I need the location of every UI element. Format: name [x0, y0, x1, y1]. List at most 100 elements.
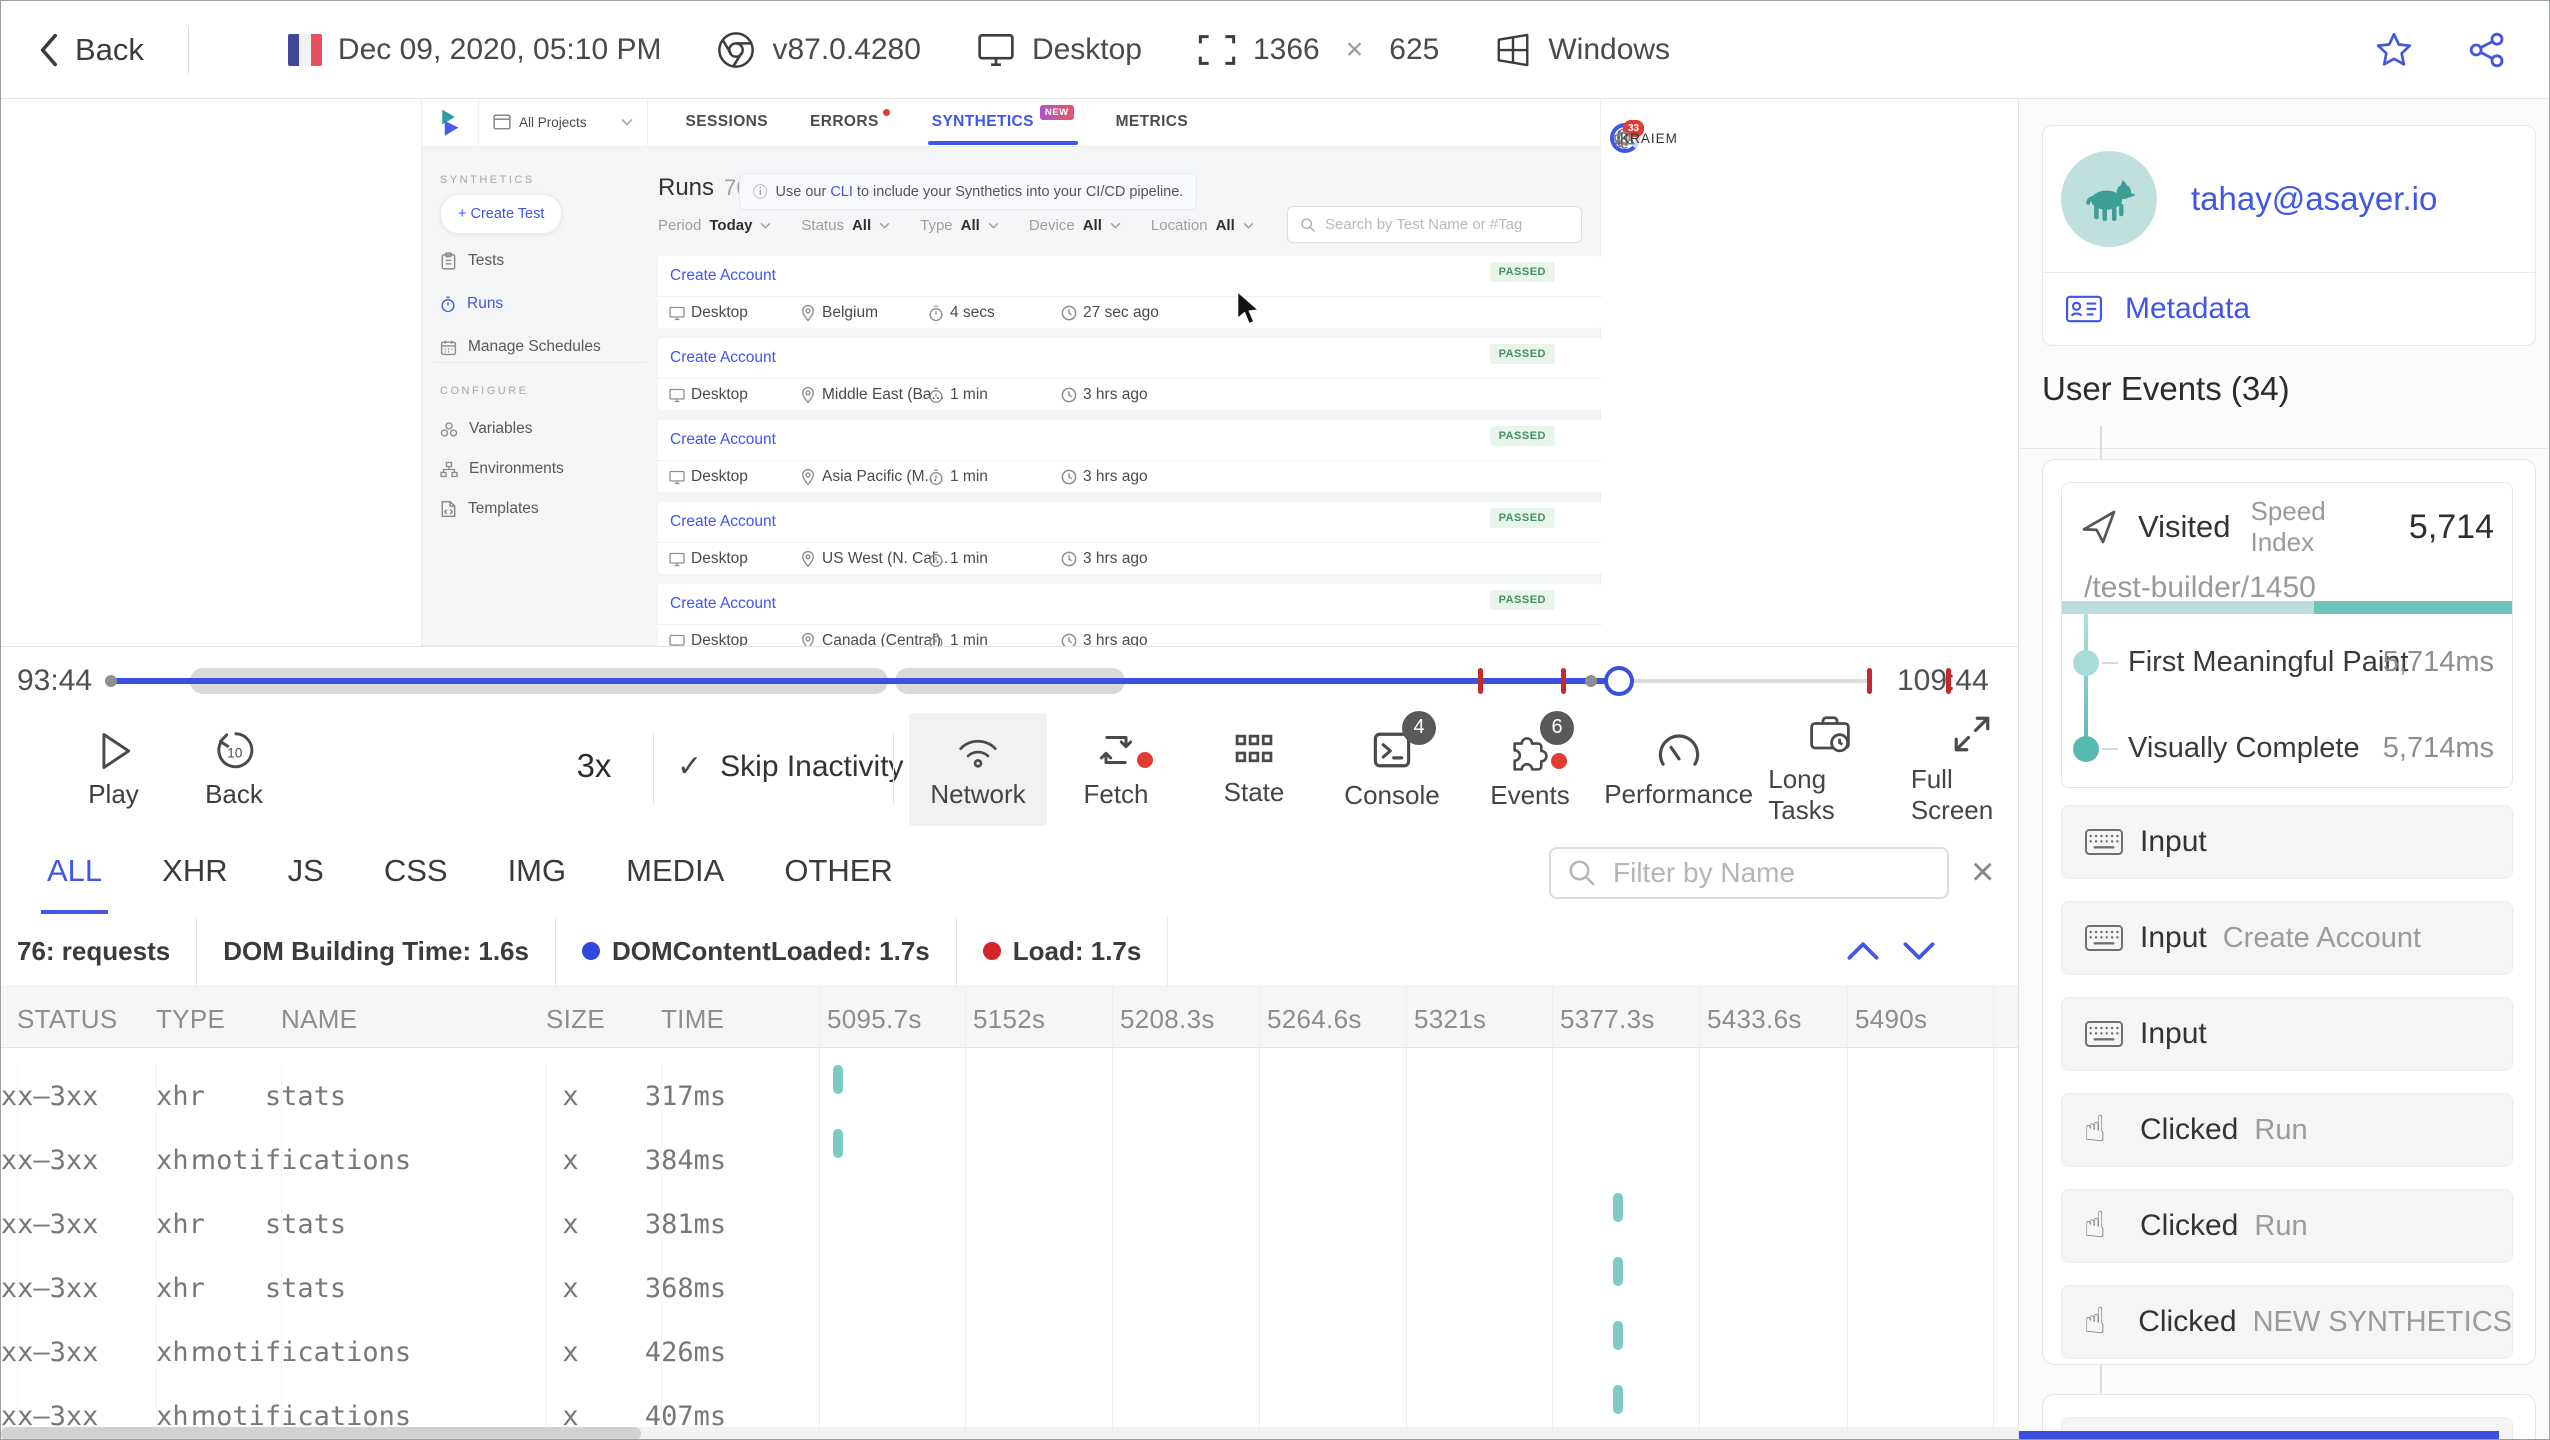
- run-name-link[interactable]: Create Account: [670, 513, 776, 531]
- run-status-badge: PASSED: [1489, 508, 1555, 528]
- cli-link[interactable]: CLI: [830, 184, 853, 200]
- run-card[interactable]: Create Account Desktop Canada (Central) 1 m…: [658, 584, 1602, 646]
- panel-button-console[interactable]: 4 Console: [1323, 710, 1461, 826]
- event-item-input[interactable]: Input Create Account: [2061, 901, 2513, 975]
- network-tab-all[interactable]: ALL: [40, 853, 109, 914]
- app-nav-tabs: SESSIONS ERRORS SYNTHETICS NEW METRICS: [686, 98, 1189, 146]
- network-request-row[interactable]: 2xx–3xxxhrnotificationsx384ms: [1, 1112, 2018, 1192]
- timeline-playhead[interactable]: [1604, 666, 1635, 696]
- more-menu-button[interactable]: ⋮: [1600, 114, 1637, 162]
- filter-location[interactable]: Location All: [1151, 217, 1254, 234]
- time-column-header: 5264.6s: [1267, 1004, 1362, 1034]
- user-events-title: User Events (34): [2042, 370, 2290, 407]
- filter-period[interactable]: Period Today: [658, 217, 771, 234]
- keyboard-icon: [2084, 1019, 2128, 1049]
- run-ago: 3 hrs ago: [1061, 386, 1148, 404]
- panel-button-events[interactable]: 6 Events: [1461, 710, 1599, 826]
- network-tab-js[interactable]: JS: [288, 853, 324, 889]
- sitemap-icon: [440, 461, 458, 478]
- app-sidebar-item-manage-schedules[interactable]: Manage Schedules: [440, 335, 601, 359]
- time-column-header: 5095.7s: [827, 1004, 922, 1034]
- app-sidebar-item-templates[interactable]: Templates: [440, 497, 539, 521]
- network-tab-img[interactable]: IMG: [508, 853, 567, 889]
- panel-button-network[interactable]: Network: [909, 713, 1047, 826]
- window-icon: [493, 114, 511, 130]
- app-sidebar-item-tests[interactable]: Tests: [440, 249, 504, 273]
- network-tab-other[interactable]: OTHER: [784, 853, 893, 889]
- app-sidebar-item-environments[interactable]: Environments: [440, 457, 564, 481]
- column-divider: [1847, 986, 1848, 1432]
- viewport-icon: [1197, 33, 1237, 67]
- event-item-clicked[interactable]: ☝ Clicked Run: [2061, 1189, 2513, 1263]
- stopwatch-icon: [928, 387, 944, 404]
- close-network-panel-button[interactable]: ×: [1971, 850, 1994, 894]
- filter-status[interactable]: Status All: [801, 217, 890, 234]
- network-request-row[interactable]: 2xx–3xxxhrstatsx317ms: [1, 1048, 2018, 1128]
- run-card[interactable]: Create Account Desktop Belgium 4 secs 27 sec…: [658, 256, 1602, 328]
- play-button[interactable]: Play: [61, 729, 166, 810]
- app-tab-synthetics[interactable]: SYNTHETICS NEW: [927, 105, 1078, 145]
- event-item-input[interactable]: Input: [2061, 997, 2513, 1071]
- topbar-actions: [2373, 30, 2507, 70]
- run-card[interactable]: Create Account Desktop US West (N. Cal... 1…: [658, 502, 1602, 574]
- timeline-track[interactable]: [105, 666, 1952, 696]
- panel-button-performance[interactable]: Performance: [1599, 713, 1758, 826]
- event-item-input[interactable]: Input: [2061, 805, 2513, 879]
- run-name-link[interactable]: Create Account: [670, 349, 776, 367]
- back-button[interactable]: Back: [37, 32, 144, 68]
- app-sidebar-item-variables[interactable]: Variables: [440, 417, 532, 441]
- runs-search-input[interactable]: Search by Test Name or #Tag: [1287, 206, 1582, 243]
- column-divider: [819, 986, 820, 1432]
- network-filter-input[interactable]: [1611, 856, 1915, 890]
- event-item-clicked[interactable]: ☝ Clicked Run: [2061, 1093, 2513, 1167]
- app-tab-sessions[interactable]: SESSIONS: [686, 113, 768, 131]
- run-location: Asia Pacific (M...: [800, 468, 937, 486]
- network-tab-css[interactable]: CSS: [384, 853, 448, 889]
- filter-device[interactable]: Device All: [1029, 217, 1121, 234]
- scrollbar-thumb[interactable]: [1, 1427, 641, 1439]
- visited-metric-row: First Meaningful Paint 5,714ms: [2062, 643, 2512, 683]
- chevron-down-icon: [620, 118, 633, 126]
- pin-icon: [800, 386, 816, 404]
- metadata-button[interactable]: Metadata: [2043, 272, 2535, 345]
- user-email[interactable]: tahay@asayer.io: [2191, 180, 2437, 218]
- chevron-down-icon[interactable]: [1902, 940, 1936, 962]
- panel-button-state[interactable]: State: [1185, 713, 1323, 826]
- event-item-clicked[interactable]: ☝ Clicked NEW SYNTHETICS: [2061, 1285, 2513, 1359]
- run-name-link[interactable]: Create Account: [670, 595, 776, 613]
- create-test-button[interactable]: + Create Test: [440, 194, 563, 234]
- skip-inactivity-toggle[interactable]: ✓ Skip Inactivity: [677, 749, 904, 784]
- run-duration: 4 secs: [928, 304, 995, 322]
- favorite-star-button[interactable]: [2373, 30, 2415, 70]
- run-card[interactable]: Create Account Desktop Asia Pacific (M... 1…: [658, 420, 1602, 492]
- network-request-row[interactable]: 2xx–3xxxhrstatsx381ms: [1, 1176, 2018, 1256]
- network-request-row[interactable]: 2xx–3xxxhrstatsx368ms: [1, 1240, 2018, 1320]
- panel-button-fetch[interactable]: Fetch: [1047, 713, 1185, 826]
- back-10s-button[interactable]: 10 Back: [179, 729, 289, 810]
- metric-name: Visually Complete: [2128, 732, 2360, 764]
- app-tab-metrics[interactable]: METRICS: [1116, 113, 1189, 131]
- project-selector[interactable]: All Projects: [478, 98, 648, 146]
- app-logo-icon: [436, 107, 466, 137]
- app-sidebar-item-runs[interactable]: Runs: [440, 292, 503, 316]
- run-detail-row: Desktop Belgium 4 secs 27 sec ago: [658, 296, 1602, 328]
- total-time: 109:44: [1897, 664, 1989, 697]
- filter-type[interactable]: Type All: [920, 217, 999, 234]
- network-request-row[interactable]: 2xx–3xxxhrnotificationsx426ms: [1, 1304, 2018, 1384]
- time-column-header: 5490s: [1855, 1004, 1928, 1034]
- chevron-up-icon[interactable]: [1846, 940, 1880, 962]
- network-tab-xhr[interactable]: XHR: [162, 853, 227, 889]
- speed-toggle[interactable]: 3x: [549, 747, 639, 785]
- stopwatch-icon: [440, 296, 456, 313]
- run-card[interactable]: Create Account Desktop Middle East (Ba... 1…: [658, 338, 1602, 410]
- network-request-row[interactable]: 2xx–3xxxhrnotificationsx407ms: [1, 1368, 2018, 1439]
- panel-button-long-tasks[interactable]: Long Tasks: [1758, 713, 1901, 826]
- app-tab-errors[interactable]: ERRORS: [810, 109, 890, 131]
- run-name-link[interactable]: Create Account: [670, 267, 776, 285]
- expand-icon: [1951, 713, 1993, 755]
- network-tab-media[interactable]: MEDIA: [626, 853, 724, 889]
- calendar-icon: [440, 339, 457, 356]
- visited-event-card[interactable]: Visited Speed Index 5,714 /test-builder/…: [2061, 482, 2513, 788]
- run-name-link[interactable]: Create Account: [670, 431, 776, 449]
- share-button[interactable]: [2467, 30, 2507, 70]
